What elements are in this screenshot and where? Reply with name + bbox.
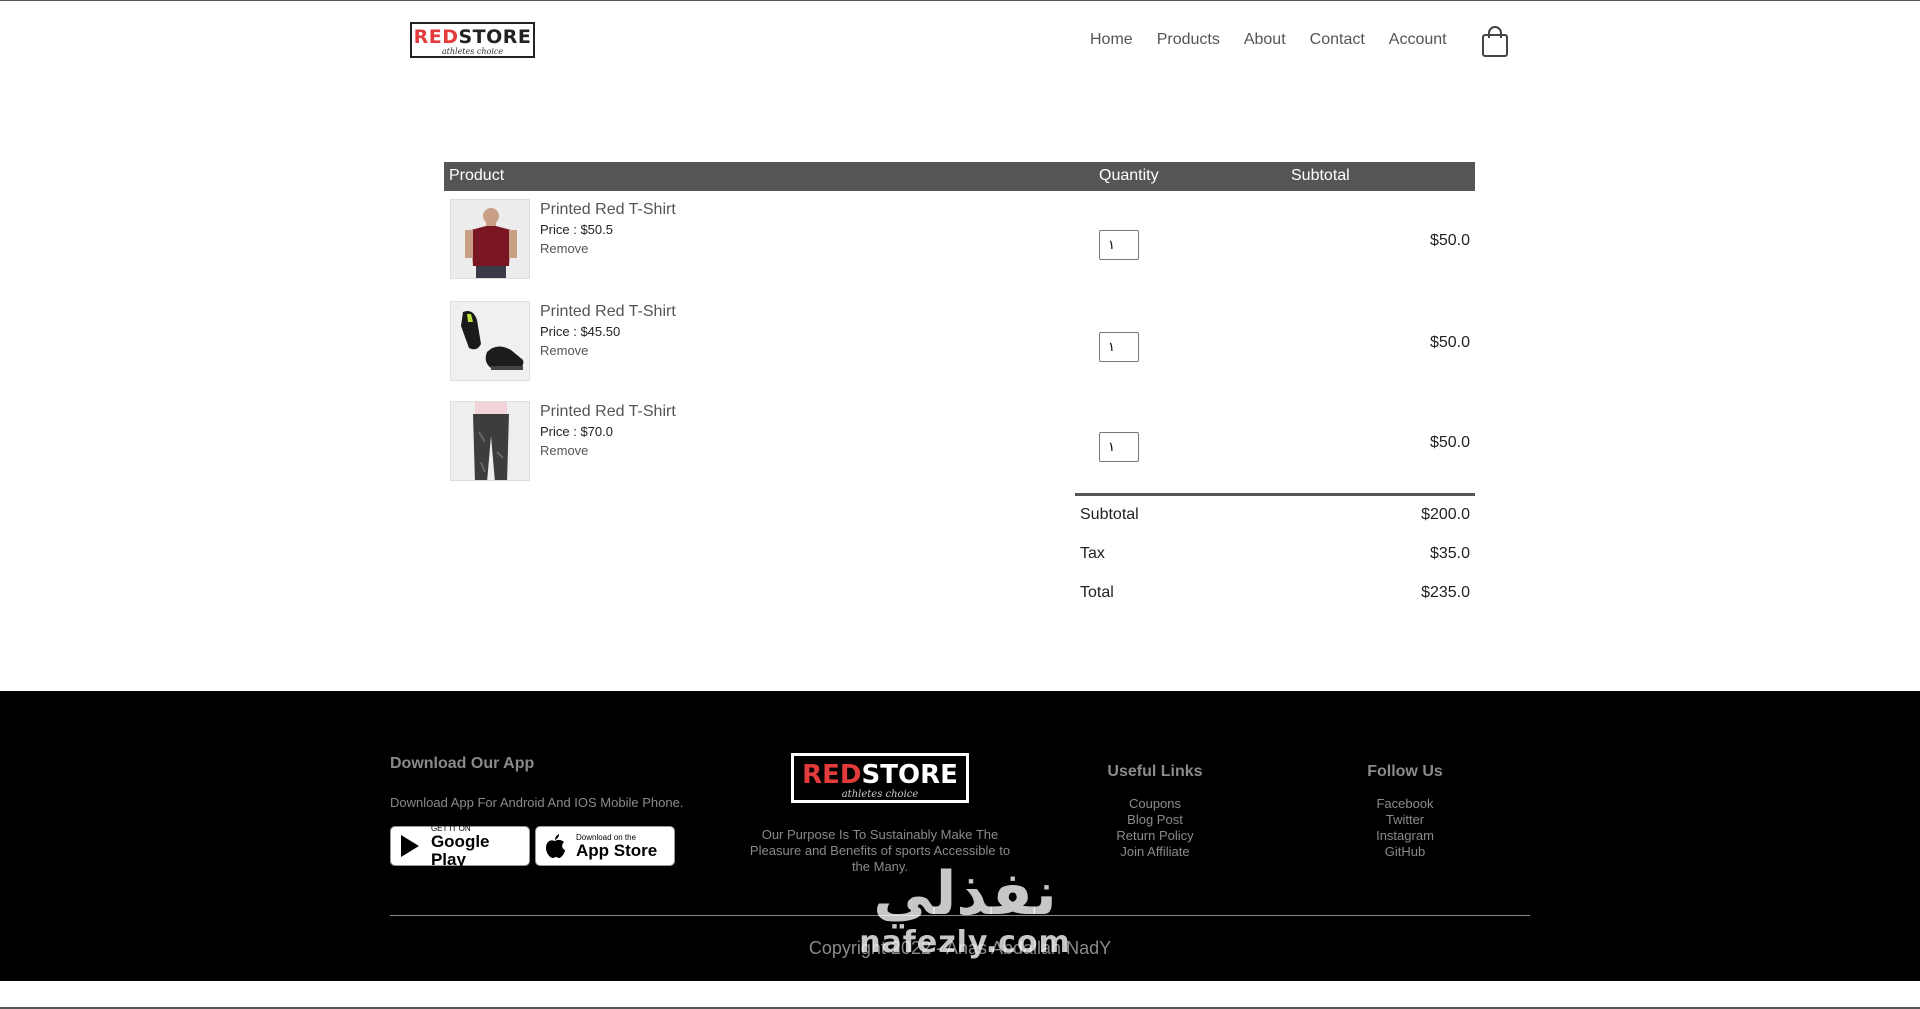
footer-useful-links: Useful Links Coupons Blog Post Return Po… xyxy=(1080,763,1230,860)
remove-link[interactable]: Remove xyxy=(540,441,676,460)
nav-home[interactable]: Home xyxy=(1090,31,1133,49)
footer-logo-red: RED xyxy=(802,760,862,790)
product-image-grey-joggers[interactable] xyxy=(450,401,530,481)
link-instagram[interactable]: Instagram xyxy=(1330,828,1480,844)
footer-logo-tagline: athletes choice xyxy=(841,789,919,800)
link-return-policy[interactable]: Return Policy xyxy=(1080,828,1230,844)
totals-row-subtotal: Subtotal $200.0 xyxy=(1075,496,1475,535)
site-header: REDSTORE athletes choice Home Products A… xyxy=(0,1,1920,81)
link-facebook[interactable]: Facebook xyxy=(1330,796,1480,812)
site-footer: Download Our App Download App For Androi… xyxy=(0,691,1920,981)
totals-row-total: Total $235.0 xyxy=(1075,574,1475,613)
cart-item: Printed Red T-Shirt Price : $50.5 Remove… xyxy=(444,191,1475,293)
footer-app-section: Download Our App Download App For Androi… xyxy=(390,755,684,869)
item-subtotal: $50.0 xyxy=(1429,334,1470,351)
footer-follow-us: Follow Us Facebook Twitter Instagram Git… xyxy=(1330,763,1480,860)
footer-app-title: Download Our App xyxy=(390,755,535,772)
totals-label: Total xyxy=(1080,584,1114,601)
product-price: Price : $50.5 xyxy=(540,222,613,237)
item-subtotal: $50.0 xyxy=(1429,232,1470,249)
google-play-badge[interactable]: GET IT ON Google Play xyxy=(390,824,530,869)
product-name: Printed Red T-Shirt xyxy=(540,403,676,420)
cart-table: Product Quantity Subtotal Printed Red T-… xyxy=(444,162,1475,494)
nav-products[interactable]: Products xyxy=(1157,31,1220,49)
column-subtotal: Subtotal xyxy=(1291,167,1350,184)
app-store-badge[interactable]: Download on the App Store xyxy=(535,826,675,866)
totals-row-tax: Tax $35.0 xyxy=(1075,535,1475,574)
product-image-red-tshirt[interactable] xyxy=(450,199,530,279)
main-nav: Home Products About Contact Account xyxy=(1090,31,1471,49)
link-github[interactable]: GitHub xyxy=(1330,844,1480,860)
remove-link[interactable]: Remove xyxy=(540,341,676,360)
totals-value: $235.0 xyxy=(1421,584,1470,601)
cart-item: Printed Red T-Shirt Price : $70.0 Remove… xyxy=(444,393,1475,494)
cart-totals: Subtotal $200.0 Tax $35.0 Total $235.0 xyxy=(1075,493,1475,613)
copyright-text: Copyright 2022 - Anas Abdallah NadY xyxy=(808,938,1112,958)
cart-table-header: Product Quantity Subtotal xyxy=(444,162,1475,191)
footer-app-text: Download App For Android And IOS Mobile … xyxy=(390,795,684,810)
link-blog-post[interactable]: Blog Post xyxy=(1080,812,1230,828)
item-subtotal: $50.0 xyxy=(1429,434,1470,451)
product-price: Price : $70.0 xyxy=(540,424,613,439)
google-play-icon xyxy=(400,835,419,857)
apple-icon xyxy=(546,834,565,858)
footer-divider xyxy=(390,915,1530,916)
link-coupons[interactable]: Coupons xyxy=(1080,796,1230,812)
follow-us-title: Follow Us xyxy=(1367,763,1443,780)
link-twitter[interactable]: Twitter xyxy=(1330,812,1480,828)
google-play-big: Google Play xyxy=(430,831,490,869)
product-image-black-shoes[interactable] xyxy=(450,301,530,381)
logo-tagline: athletes choice xyxy=(441,47,504,56)
useful-links-title: Useful Links xyxy=(1107,763,1203,780)
logo-brand-dark: STORE xyxy=(458,26,532,48)
link-join-affiliate[interactable]: Join Affiliate xyxy=(1080,844,1230,860)
app-store-big: App Store xyxy=(576,840,658,860)
quantity-input[interactable] xyxy=(1099,432,1139,462)
remove-link[interactable]: Remove xyxy=(540,239,676,258)
footer-logo: REDSTORE athletes choice xyxy=(791,753,969,803)
nav-account[interactable]: Account xyxy=(1389,31,1447,49)
product-name: Printed Red T-Shirt xyxy=(540,303,676,320)
cart-item: Printed Red T-Shirt Price : $45.50 Remov… xyxy=(444,293,1475,393)
quantity-input[interactable] xyxy=(1099,332,1139,362)
footer-logo-white: STORE xyxy=(861,760,958,790)
nav-contact[interactable]: Contact xyxy=(1310,31,1365,49)
footer-about-section: REDSTORE athletes choice Our Purpose Is … xyxy=(730,753,1030,875)
product-price: Price : $45.50 xyxy=(540,324,621,339)
footer-about-text: Our Purpose Is To Sustainably Make The P… xyxy=(749,827,1011,874)
logo-brand-red: RED xyxy=(413,26,459,48)
totals-label: Subtotal xyxy=(1080,506,1139,523)
totals-value: $200.0 xyxy=(1421,506,1470,523)
store-logo[interactable]: REDSTORE athletes choice xyxy=(410,22,535,58)
product-name: Printed Red T-Shirt xyxy=(540,201,676,218)
totals-label: Tax xyxy=(1080,545,1105,562)
column-quantity: Quantity xyxy=(1099,167,1159,184)
totals-value: $35.0 xyxy=(1429,545,1470,562)
nav-about[interactable]: About xyxy=(1244,31,1286,49)
quantity-input[interactable] xyxy=(1099,230,1139,260)
column-product: Product xyxy=(449,167,505,184)
shopping-bag-icon[interactable] xyxy=(1481,26,1509,58)
